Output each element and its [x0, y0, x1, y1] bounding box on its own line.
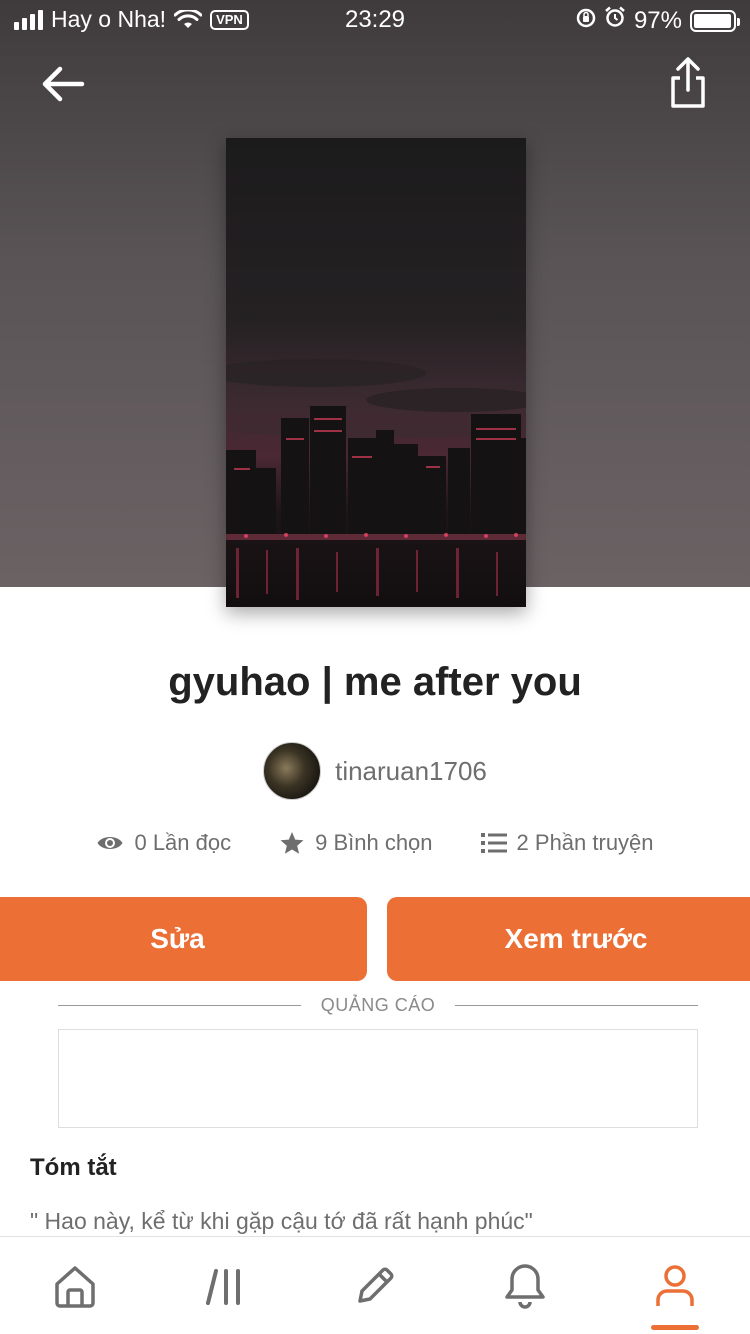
back-button[interactable]: [38, 60, 90, 108]
status-bar: Hay o Nha! VPN 23:29 97%: [0, 0, 750, 40]
library-icon: [206, 1269, 240, 1305]
home-icon: [55, 1266, 95, 1308]
eye-icon: [97, 837, 123, 849]
tab-library[interactable]: [150, 1237, 300, 1334]
profile-icon: [656, 1265, 694, 1306]
divider: [455, 1004, 699, 1006]
author-row[interactable]: tinaruan1706: [0, 742, 750, 800]
divider: [58, 1004, 301, 1006]
ad-label: QUẢNG CÁO: [320, 994, 436, 1015]
share-button[interactable]: [666, 56, 710, 112]
pencil-icon: [358, 1267, 394, 1303]
parts-count: 2 Phần truyện: [516, 830, 654, 855]
star-icon: [280, 832, 304, 854]
arrow-left-icon: [42, 66, 85, 102]
edit-button[interactable]: Sửa: [0, 897, 367, 981]
reads-count: 0 Lần đọc: [134, 830, 232, 855]
summary-text: " Hao này, kể từ khi gặp cậu tớ đã rất h…: [30, 1208, 533, 1234]
story-stats: 0 Lần đọc 9 Bình chọn 2 Phần truyện: [0, 830, 750, 856]
rotation-lock-icon: [576, 7, 596, 35]
alarm-icon: [604, 6, 626, 35]
share-icon: [671, 57, 705, 108]
stat-reads: 0 Lần đọc: [96, 830, 231, 856]
stat-votes: 9 Bình chọn: [279, 830, 433, 856]
list-icon: [480, 833, 507, 853]
tab-profile[interactable]: [600, 1237, 750, 1334]
author-name[interactable]: tinaruan1706: [335, 756, 487, 787]
battery-icon: [690, 9, 740, 32]
stat-parts: 2 Phần truyện: [480, 830, 654, 856]
story-title: gyuhao | me after you: [168, 660, 582, 704]
battery-fill: [694, 13, 731, 28]
status-right: 97%: [576, 6, 740, 35]
hero-background: Hay o Nha! VPN 23:29 97%: [0, 0, 750, 607]
summary-heading: Tóm tắt: [30, 1154, 117, 1181]
bell-icon: [505, 1264, 545, 1309]
preview-button[interactable]: Xem trước: [387, 897, 750, 981]
bottom-tab-bar: [0, 1236, 750, 1334]
story-cover-image[interactable]: [226, 138, 526, 607]
active-tab-indicator: [651, 1325, 699, 1330]
battery-percent: 97%: [633, 6, 682, 34]
tab-home[interactable]: [0, 1237, 150, 1334]
tab-notifications[interactable]: [450, 1237, 600, 1334]
votes-count: 9 Bình chọn: [315, 830, 433, 855]
tab-write[interactable]: [300, 1237, 450, 1334]
ad-slot[interactable]: [58, 1029, 698, 1128]
avatar[interactable]: [263, 742, 322, 800]
story-details-screen: Hay o Nha! VPN 23:29 97% gyuhao | me aft…: [0, 0, 750, 1334]
ad-label-row: QUẢNG CÁO: [58, 992, 699, 1018]
